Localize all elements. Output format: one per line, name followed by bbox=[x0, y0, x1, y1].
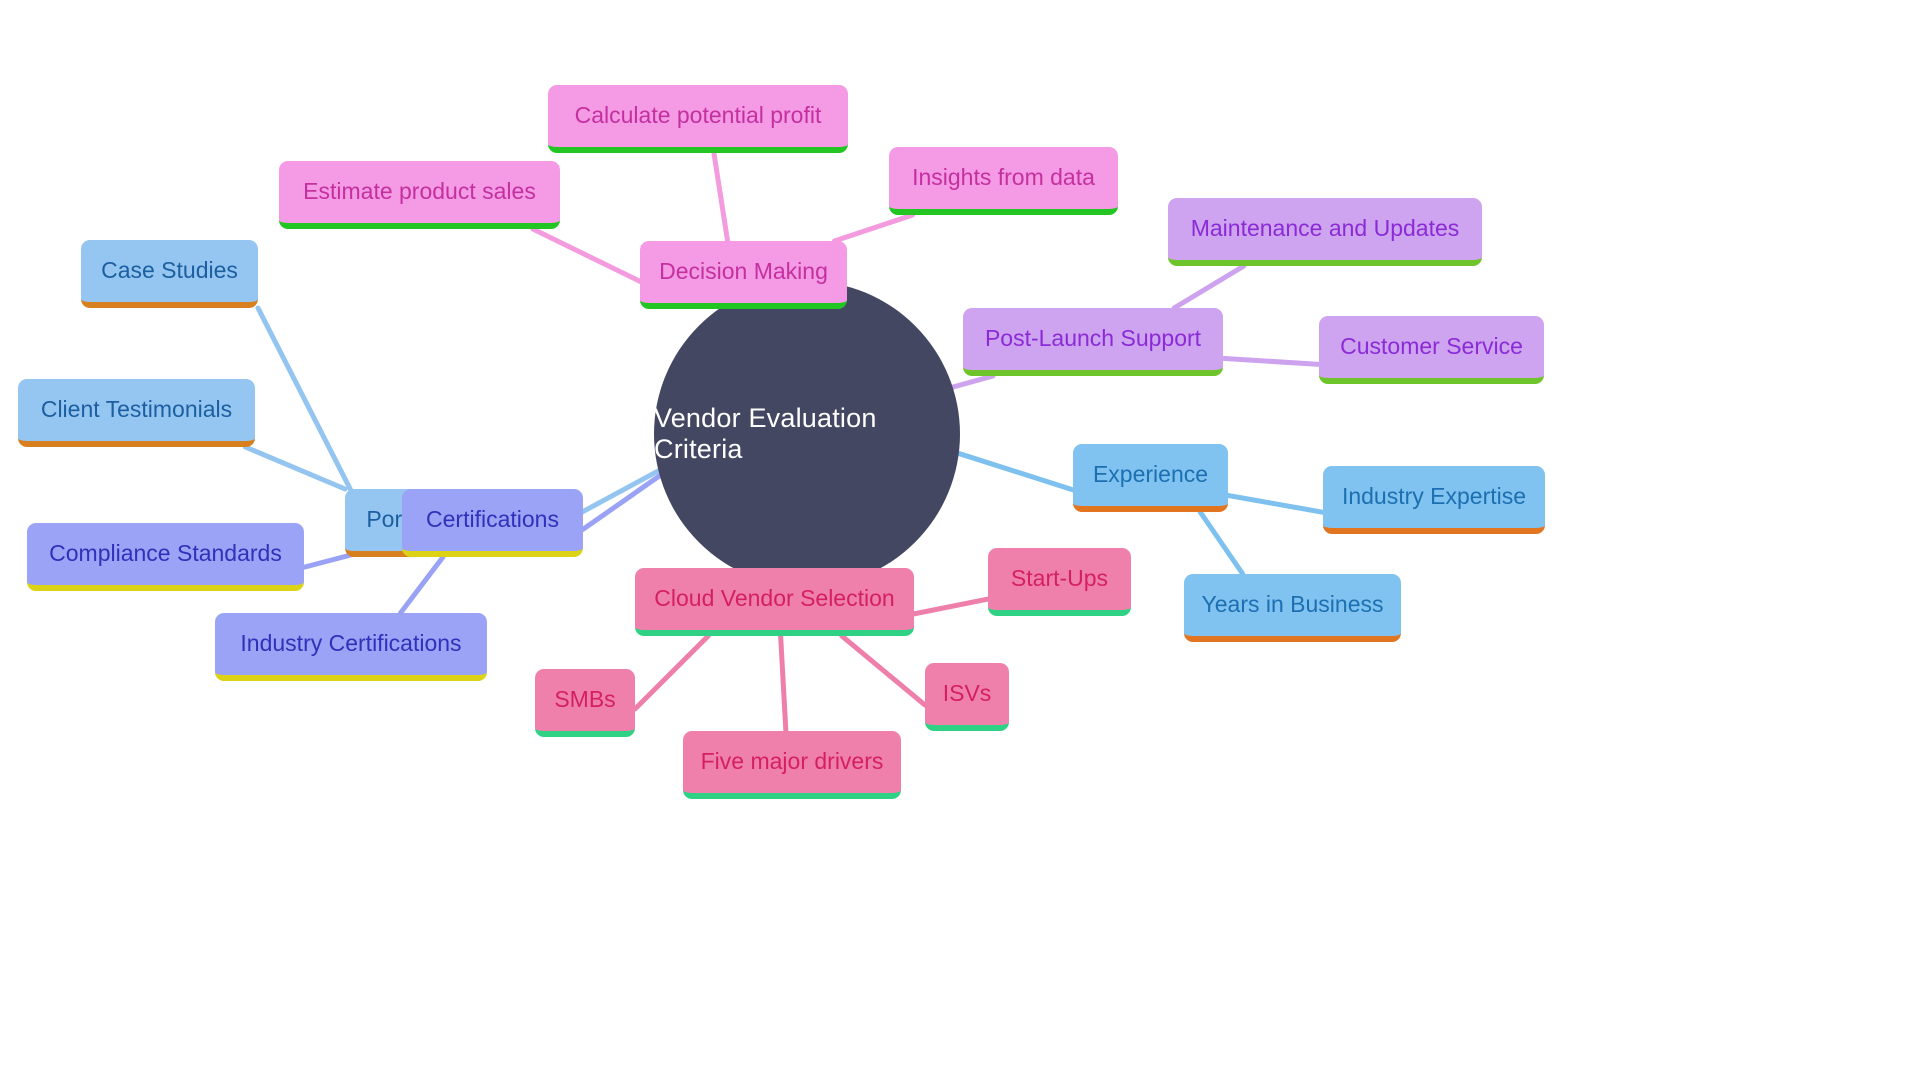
node-label-experience: Experience bbox=[1092, 461, 1209, 488]
edge-portfolio-quality-to-client-testimonials bbox=[242, 444, 348, 492]
edge-cloud-vendor-selection-to-start-ups bbox=[911, 596, 991, 617]
node-label-industry-expertise: Industry Expertise bbox=[1341, 483, 1527, 510]
edge-certifications-to-industry-certifications bbox=[398, 554, 446, 616]
edge-decision-making-to-calculate-potential-profit bbox=[711, 150, 731, 244]
node-label-estimate-product-sales: Estimate product sales bbox=[303, 178, 536, 205]
edge-cloud-vendor-selection-to-isvs bbox=[839, 633, 928, 708]
node-label-smbs: SMBs bbox=[554, 686, 616, 713]
node-label-cloud-vendor-selection: Cloud Vendor Selection bbox=[654, 585, 895, 612]
central-node-label: Vendor Evaluation Criteria bbox=[654, 403, 877, 464]
node-insights-from-data[interactable]: Insights from data bbox=[889, 147, 1118, 215]
node-smbs[interactable]: SMBs bbox=[535, 669, 635, 737]
mindmap-canvas: Vendor Evaluation Criteria Decision Makin… bbox=[0, 0, 1920, 1080]
node-compliance-standards[interactable]: Compliance Standards bbox=[27, 523, 304, 591]
node-estimate-product-sales[interactable]: Estimate product sales bbox=[279, 161, 560, 229]
node-certifications[interactable]: Certifications bbox=[402, 489, 583, 557]
node-decision-making[interactable]: Decision Making bbox=[640, 241, 847, 309]
central-node[interactable]: Vendor Evaluation Criteria bbox=[654, 281, 960, 587]
node-label-decision-making: Decision Making bbox=[659, 258, 828, 285]
node-label-five-major-drivers: Five major drivers bbox=[700, 748, 884, 775]
node-client-testimonials[interactable]: Client Testimonials bbox=[18, 379, 255, 447]
node-label-post-launch-support: Post-Launch Support bbox=[984, 325, 1202, 352]
node-label-industry-certifications: Industry Certifications bbox=[240, 630, 462, 657]
node-years-in-business[interactable]: Years in Business bbox=[1184, 574, 1401, 642]
node-cloud-vendor-selection[interactable]: Cloud Vendor Selection bbox=[635, 568, 914, 636]
edge-portfolio-quality-to-case-studies bbox=[255, 305, 353, 492]
node-label-maintenance-and-updates: Maintenance and Updates bbox=[1190, 215, 1460, 242]
edge-decision-making-to-estimate-product-sales bbox=[530, 226, 643, 284]
edge-cloud-vendor-selection-to-five-major-drivers bbox=[778, 633, 789, 734]
node-five-major-drivers[interactable]: Five major drivers bbox=[683, 731, 901, 799]
node-maintenance-and-updates[interactable]: Maintenance and Updates bbox=[1168, 198, 1482, 266]
node-label-insights-from-data: Insights from data bbox=[912, 164, 1095, 191]
node-label-customer-service: Customer Service bbox=[1340, 333, 1523, 360]
node-label-years-in-business: Years in Business bbox=[1201, 591, 1384, 618]
edge-root-to-certifications bbox=[580, 473, 663, 532]
node-label-calculate-potential-profit: Calculate potential profit bbox=[574, 102, 822, 129]
node-label-isvs: ISVs bbox=[942, 680, 992, 707]
node-industry-expertise[interactable]: Industry Expertise bbox=[1323, 466, 1545, 534]
node-label-case-studies: Case Studies bbox=[101, 257, 238, 284]
node-case-studies[interactable]: Case Studies bbox=[81, 240, 258, 308]
edge-cloud-vendor-selection-to-smbs bbox=[632, 633, 711, 712]
edge-post-launch-support-to-customer-service bbox=[1220, 355, 1322, 367]
edge-root-to-post-launch-support bbox=[950, 373, 996, 390]
node-isvs[interactable]: ISVs bbox=[925, 663, 1009, 731]
node-label-compliance-standards: Compliance Standards bbox=[49, 540, 282, 567]
edge-root-to-experience bbox=[956, 450, 1076, 493]
node-customer-service[interactable]: Customer Service bbox=[1319, 316, 1544, 384]
node-label-client-testimonials: Client Testimonials bbox=[40, 396, 233, 423]
edge-post-launch-support-to-maintenance-and-updates bbox=[1171, 263, 1247, 311]
node-label-certifications: Certifications bbox=[426, 506, 559, 533]
edge-experience-to-years-in-business bbox=[1197, 509, 1246, 577]
edge-experience-to-industry-expertise bbox=[1225, 492, 1326, 515]
node-calculate-potential-profit[interactable]: Calculate potential profit bbox=[548, 85, 848, 153]
node-post-launch-support[interactable]: Post-Launch Support bbox=[963, 308, 1223, 376]
node-start-ups[interactable]: Start-Ups bbox=[988, 548, 1131, 616]
edge-decision-making-to-insights-from-data bbox=[832, 212, 915, 244]
node-experience[interactable]: Experience bbox=[1073, 444, 1228, 512]
node-label-start-ups: Start-Ups bbox=[1010, 565, 1109, 592]
node-industry-certifications[interactable]: Industry Certifications bbox=[215, 613, 487, 681]
